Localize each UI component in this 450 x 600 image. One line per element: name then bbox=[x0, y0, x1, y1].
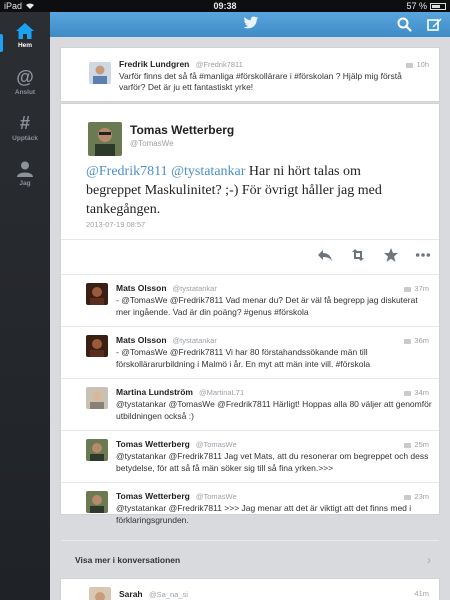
twitter-bird-icon bbox=[243, 16, 259, 29]
tweet-text: @tystatankar @TomasWe @Fredrik7811 Härli… bbox=[116, 399, 432, 421]
at-icon: @ bbox=[16, 66, 34, 87]
reply-tweet[interactable]: Mats Olsson @tystatankar - @TomasWe @Fred… bbox=[61, 327, 439, 379]
sidebar-item-anslut[interactable]: @ Anslut bbox=[0, 58, 50, 104]
conversation-icon bbox=[404, 338, 412, 344]
mention-link[interactable]: @Fredrik7811 bbox=[86, 164, 168, 179]
tweet-text: @tystatankar @Fredrik7811 >>> Jag menar … bbox=[116, 503, 412, 525]
avatar[interactable] bbox=[86, 283, 108, 305]
reply-tweet[interactable]: Tomas Wetterberg @TomasWe @tystatankar @F… bbox=[61, 483, 439, 535]
battery-percent: 57 % bbox=[406, 1, 427, 11]
tweet-card[interactable]: Sarah @Sa_na_si 41m bbox=[60, 578, 440, 600]
tweet-time: 37m bbox=[404, 283, 429, 295]
tweet-author-name[interactable]: Fredrik Lundgren bbox=[119, 59, 189, 69]
avatar[interactable] bbox=[86, 491, 108, 513]
favorite-icon[interactable] bbox=[383, 247, 399, 263]
compose-icon[interactable] bbox=[426, 16, 443, 33]
tweet-text: @tystatankar @Fredrik7811 Jag vet Mats, … bbox=[116, 451, 429, 473]
timeline[interactable]: Fredrik Lundgren @Fredrik7811 Varför fin… bbox=[50, 37, 450, 600]
show-more-label: Visa mer i konversationen bbox=[75, 555, 181, 565]
avatar[interactable] bbox=[89, 62, 111, 84]
tweet-time: 34m bbox=[404, 387, 429, 399]
tweet-text: - @TomasWe @Fredrik7811 Vad menar du? De… bbox=[116, 295, 418, 317]
tweet-author-name[interactable]: Martina Lundström @MartinaL71 bbox=[116, 387, 244, 399]
tweet-card[interactable]: Fredrik Lundgren @Fredrik7811 Varför fin… bbox=[60, 47, 440, 102]
wifi-icon bbox=[26, 3, 35, 10]
tweet-author-handle: @TomasWe bbox=[130, 139, 174, 148]
more-options-icon[interactable] bbox=[415, 247, 431, 263]
conversation-icon bbox=[404, 390, 412, 396]
tweet-author-name[interactable]: Sarah bbox=[119, 589, 143, 599]
tweet-time: 36m bbox=[404, 335, 429, 347]
reply-tweet[interactable]: Mats Olsson @tystatankar - @TomasWe @Fred… bbox=[61, 275, 439, 327]
status-bar: iPad 09:38 57 % bbox=[0, 0, 450, 12]
tweet-author-handle: @Fredrik7811 bbox=[195, 60, 243, 69]
avatar[interactable] bbox=[88, 122, 122, 156]
sidebar-item-upptack[interactable]: # Upptäck bbox=[0, 104, 50, 150]
tweet-author-name[interactable]: Tomas Wetterberg @TomasWe bbox=[116, 491, 237, 503]
clock: 09:38 bbox=[213, 1, 237, 11]
conversation-icon bbox=[404, 494, 412, 500]
tweet-body: @Fredrik7811 @tystatankar Har ni hört ta… bbox=[86, 162, 416, 219]
reply-tweet[interactable]: Tomas Wetterberg @TomasWe @tystatankar @F… bbox=[61, 431, 439, 483]
conversation-icon bbox=[404, 442, 412, 448]
tweet-author-name[interactable]: Tomas Wetterberg bbox=[130, 123, 234, 137]
conversation-icon bbox=[406, 62, 414, 68]
active-indicator bbox=[0, 34, 3, 52]
tweet-author-name[interactable]: Tomas Wetterberg @TomasWe bbox=[116, 439, 237, 451]
reply-tweet[interactable]: Martina Lundström @MartinaL71 @tystatanka… bbox=[61, 379, 439, 431]
tweet-time: 10h bbox=[406, 59, 429, 70]
chevron-right-icon: › bbox=[427, 553, 431, 567]
retweet-icon[interactable] bbox=[350, 247, 366, 263]
tweet-time: 25m bbox=[404, 439, 429, 451]
reply-icon[interactable] bbox=[317, 247, 333, 263]
top-header bbox=[50, 12, 450, 37]
carrier-label: iPad bbox=[4, 1, 23, 11]
tweet-timestamp: 2013-07-19 08:57 bbox=[86, 220, 146, 229]
hash-icon: # bbox=[19, 112, 30, 133]
tweet-detail: Tomas Wetterberg @TomasWe @Fredrik7811 @… bbox=[60, 103, 440, 567]
sidebar-item-label: Anslut bbox=[14, 88, 36, 96]
sidebar: Hem @ Anslut # Upptäck Jag bbox=[0, 12, 50, 600]
tweet-author-name[interactable]: Mats Olsson @tystatankar bbox=[116, 283, 217, 295]
tweet-time: 41m bbox=[414, 589, 429, 598]
tweet-text: - @TomasWe @Fredrik7811 Vi har 80 första… bbox=[116, 347, 371, 369]
sidebar-item-jag[interactable]: Jag bbox=[0, 150, 50, 196]
tweet-author-name[interactable]: Mats Olsson @tystatankar bbox=[116, 335, 217, 347]
sidebar-item-label: Jag bbox=[19, 179, 31, 187]
tweet-time: 23m bbox=[404, 491, 429, 503]
tweet-author-handle: @Sa_na_si bbox=[149, 590, 188, 599]
avatar[interactable] bbox=[89, 587, 111, 600]
show-more-conversation-button[interactable]: Visa mer i konversationen › bbox=[61, 540, 439, 580]
avatar[interactable] bbox=[86, 439, 108, 461]
conversation-icon bbox=[404, 286, 412, 292]
divider bbox=[61, 239, 439, 240]
mention-link[interactable]: @tystatankar bbox=[171, 164, 245, 179]
sidebar-item-label: Hem bbox=[17, 41, 33, 49]
avatar[interactable] bbox=[86, 335, 108, 357]
battery-icon bbox=[430, 2, 446, 10]
sidebar-item-hem[interactable]: Hem bbox=[0, 12, 50, 58]
tweet-text: Varför finns det så få #manliga #förskol… bbox=[119, 71, 402, 92]
avatar[interactable] bbox=[86, 387, 108, 409]
sidebar-item-label: Upptäck bbox=[12, 134, 38, 142]
home-icon bbox=[16, 22, 34, 39]
search-icon[interactable] bbox=[396, 16, 413, 33]
person-icon bbox=[17, 161, 33, 177]
